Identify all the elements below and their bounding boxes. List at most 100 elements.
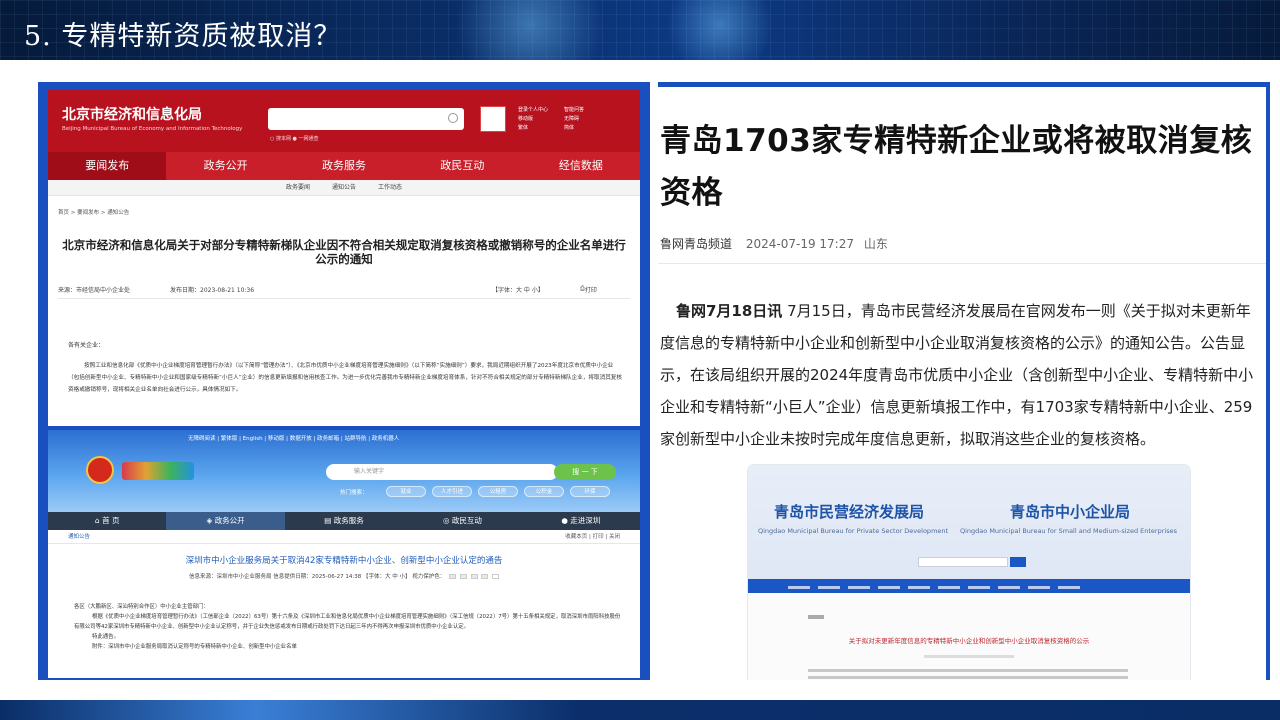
shenzhen-main-nav: ⌂ 首 页 ◈ 政务公开 ▤ 政务服务 ◎ 政民互动 ● 走进深圳 <box>48 512 640 530</box>
nav-gov-affairs[interactable]: 政务公开 <box>166 152 284 180</box>
subnav-work-updates[interactable]: 工作动态 <box>378 180 402 195</box>
eye-care-swatch[interactable] <box>492 574 500 579</box>
article-body: 鲁网7月18日讯 7月15日，青岛市民营经济发展局在官网发布一则《关于拟对未更新… <box>660 295 1255 455</box>
hot-tag[interactable]: 公积金 <box>524 486 564 497</box>
org-name-english: Qingdao Municipal Bureau for Private Sec… <box>758 527 949 535</box>
interaction-icon: ◎ <box>442 516 452 525</box>
nav-item[interactable] <box>908 586 930 589</box>
eye-care-swatch[interactable] <box>459 574 467 579</box>
breadcrumb[interactable] <box>808 615 824 619</box>
divider <box>58 298 630 299</box>
text-line <box>808 676 1128 679</box>
home-icon: ⌂ <box>94 516 103 525</box>
beijing-logo-english: Beijing Municipal Bureau of Economy and … <box>62 126 243 132</box>
page-tools[interactable]: 收藏本页 | 打印 | 关闭 <box>565 530 620 543</box>
text-line <box>924 655 1014 658</box>
link-smart-qa[interactable]: 智能问答 <box>564 106 584 115</box>
qingdao-search-button[interactable] <box>1010 557 1026 567</box>
link-personal-center[interactable]: 登录个人中心 <box>518 106 548 115</box>
nav-item[interactable] <box>788 586 810 589</box>
beijing-main-nav: 要闻发布 政务公开 政务服务 政民互动 经信数据 <box>48 152 640 180</box>
link-accessibility[interactable]: 无障碍 <box>564 115 584 124</box>
eye-care-swatch[interactable] <box>449 574 457 579</box>
notice-paragraph: 各区（大鹏新区、深汕特别合作区）中小企业主管部门： <box>74 604 209 610</box>
hot-tag[interactable]: 就业 <box>386 486 426 497</box>
shenzhen-notice-title: 深圳市中小企业服务局关于取消42家专精特新中小企业、创新型中小企业认定的通告 <box>185 556 503 566</box>
nav-about-shenzhen[interactable]: ● 走进深圳 <box>522 512 640 530</box>
subnav-gov-news[interactable]: 政务要闻 <box>286 180 310 195</box>
notice-paragraph: 根据《优质中小企业梯度培育管理暂行办法》（工信部企业〔2022〕63号）第十六条… <box>74 614 621 630</box>
hot-tag[interactable]: 环保 <box>570 486 610 497</box>
nav-interaction[interactable]: 政民互动 <box>403 152 521 180</box>
nav-item[interactable] <box>848 586 870 589</box>
breadcrumb[interactable]: 首页 > 要闻发布 > 通知公告 <box>58 208 129 216</box>
beijing-header: 北京市经济和信息化局 Beijing Municipal Bureau of E… <box>48 90 640 152</box>
nav-item[interactable] <box>1028 586 1050 589</box>
nav-gov-open[interactable]: ◈ 政务公开 <box>166 512 285 530</box>
nav-item[interactable] <box>938 586 960 589</box>
nav-item[interactable] <box>998 586 1020 589</box>
shenzhen-search-input[interactable]: 输入关键字 <box>326 464 558 480</box>
notice-body: 按照工业和信息化部《优质中小企业梯度培育管理暂行办法》（以下简称“管理办法”）、… <box>68 363 622 393</box>
nav-gov-services[interactable]: 政务服务 <box>285 152 403 180</box>
notice-paragraph: 特此通告。 <box>92 634 119 640</box>
shenzhen-bureau-screenshot: 无障碍阅读 | 繁体版 | English | 移动版 | 数据开放 | 政务邮… <box>48 430 640 678</box>
article-date: 2024-07-19 17:27 <box>745 237 854 251</box>
shenzhen-search-button[interactable]: 搜 一 下 <box>554 464 616 480</box>
beijing-notice-title: 北京市经济和信息化局关于对部分专精特新梯队企业因不符合相关规定取消复核资格或撤销… <box>62 238 626 266</box>
qingdao-bureau-header: 青岛市民营经济发展局 Qingdao Municipal Bureau for … <box>748 465 1190 579</box>
footer-band <box>0 700 1280 720</box>
subnav-notices[interactable]: 通知公告 <box>332 180 356 195</box>
header-glow <box>660 0 780 60</box>
nav-item[interactable] <box>1058 586 1080 589</box>
notice-date: 发布日期：2023-08-21 10:36 <box>170 287 255 294</box>
nav-data[interactable]: 经信数据 <box>522 152 640 180</box>
eye-care-swatch[interactable] <box>470 574 478 579</box>
notice-attachment[interactable]: 附件：深圳市中小企业服务局取消认定称号的专精特新中小企业、创新型中小企业名单 <box>74 642 622 652</box>
nav-gov-services[interactable]: ▤ 政务服务 <box>285 512 403 530</box>
org-name: 青岛市中小企业局 <box>1010 503 1131 521</box>
nav-item[interactable] <box>818 586 840 589</box>
shenzhen-notice-body: 各区（大鹏新区、深汕特别合作区）中小企业主管部门： 根据《优质中小企业梯度培育管… <box>74 602 622 652</box>
search-icon[interactable] <box>448 113 458 123</box>
shenzhen-header: 无障碍阅读 | 繁体版 | English | 移动版 | 数据开放 | 政务邮… <box>48 430 640 512</box>
font-size-switch[interactable]: 【字体：大 中 小】 <box>492 285 544 294</box>
qingdao-search-input[interactable] <box>918 557 1008 567</box>
hot-tag[interactable]: 公租房 <box>478 486 518 497</box>
print-button[interactable]: ⎙ 打印 <box>580 285 597 294</box>
nav-item[interactable] <box>968 586 990 589</box>
header-band: 5. 专精特新资质被取消？ <box>0 0 1280 60</box>
nav-home[interactable]: ⌂ 首 页 <box>48 512 166 530</box>
text-line <box>808 669 1128 672</box>
header-glow <box>440 0 620 60</box>
link-mobile[interactable]: 移动版 <box>518 115 548 124</box>
beijing-search-options[interactable]: ○ 搜本网 ● 一网通查 <box>270 135 319 142</box>
beijing-right-links: 登录个人中心 移动版 繁体 智能问答 无障碍 简体 <box>518 106 638 133</box>
article-lead: 鲁网7月18日讯 <box>676 302 783 320</box>
article-title: 青岛1703家专精特新企业或将被取消复核资格 <box>660 123 1253 211</box>
nav-interaction[interactable]: ◎ 政民互动 <box>403 512 521 530</box>
beijing-search-input[interactable] <box>268 108 464 130</box>
notice-meta-text: 信息来源：深圳市中小企业服务局 信息提供日期：2025-06-27 14:38 … <box>188 574 446 580</box>
article-source[interactable]: 鲁网青岛频道 <box>660 237 732 251</box>
divider <box>658 263 1266 264</box>
shenzhen-logo <box>122 462 194 480</box>
national-emblem-icon <box>86 456 114 484</box>
services-icon: ▤ <box>324 516 334 525</box>
beijing-sub-nav: 政务要闻 通知公告 工作动态 <box>48 180 640 196</box>
shenzhen-section-bar: 通知公告 收藏本页 | 打印 | 关闭 <box>48 530 640 544</box>
nav-item[interactable] <box>878 586 900 589</box>
info-icon: ● <box>561 516 571 525</box>
qingdao-bureau-screenshot: 青岛市民营经济发展局 Qingdao Municipal Bureau for … <box>748 465 1190 680</box>
slide: 5. 专精特新资质被取消？ 北京市经济和信息化局 Beijing Municip… <box>0 0 1280 720</box>
beijing-logo-text: 北京市经济和信息化局 <box>62 107 202 123</box>
nav-news[interactable]: 要闻发布 <box>48 152 167 180</box>
hot-tag[interactable]: 人才引进 <box>432 486 472 497</box>
link-simplified[interactable]: 简体 <box>564 124 584 133</box>
slide-title: 5. 专精特新资质被取消？ <box>24 21 342 52</box>
section-label[interactable]: 通知公告 <box>68 530 90 543</box>
eye-care-swatch[interactable] <box>481 574 489 579</box>
link-traditional[interactable]: 繁体 <box>518 124 548 133</box>
org-name: 青岛市民营经济发展局 <box>774 503 925 521</box>
shenzhen-top-links[interactable]: 无障碍阅读 | 繁体版 | English | 移动版 | 数据开放 | 政务邮… <box>188 434 399 442</box>
